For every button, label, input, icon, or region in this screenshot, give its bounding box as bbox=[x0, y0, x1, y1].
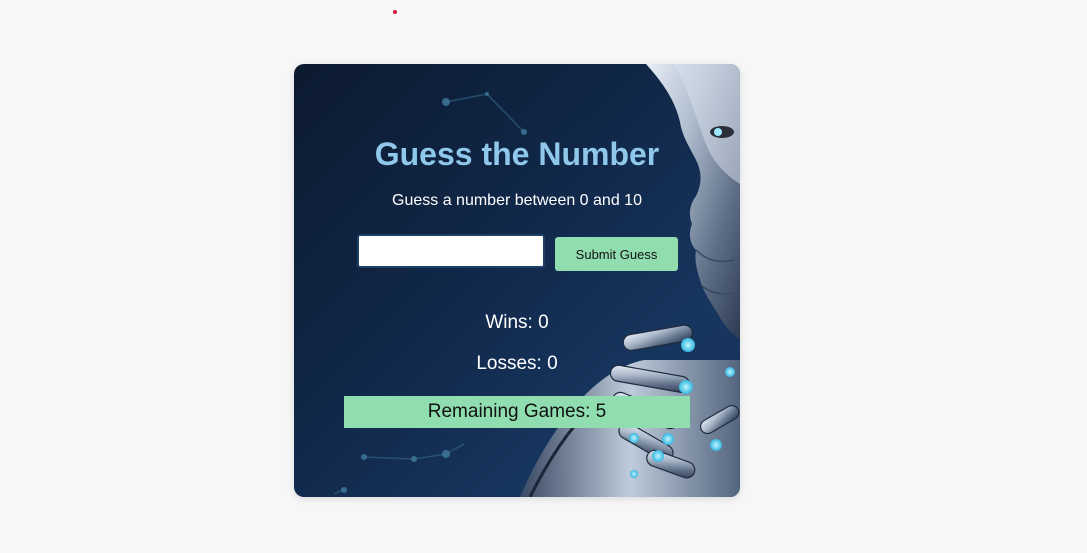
remaining-games-banner: Remaining Games: 5 bbox=[344, 396, 690, 428]
game-card: Guess the Number Guess a number between … bbox=[294, 64, 740, 497]
instructions-text: Guess a number between 0 and 10 bbox=[392, 192, 642, 209]
submit-guess-button[interactable]: Submit Guess bbox=[555, 237, 678, 271]
status-dot bbox=[393, 10, 397, 14]
game-content: Guess the Number Guess a number between … bbox=[294, 64, 740, 497]
guess-input[interactable] bbox=[357, 234, 545, 268]
page-title: Guess the Number bbox=[374, 136, 660, 172]
losses-counter: Losses: 0 bbox=[476, 353, 558, 374]
wins-counter: Wins: 0 bbox=[485, 312, 549, 333]
